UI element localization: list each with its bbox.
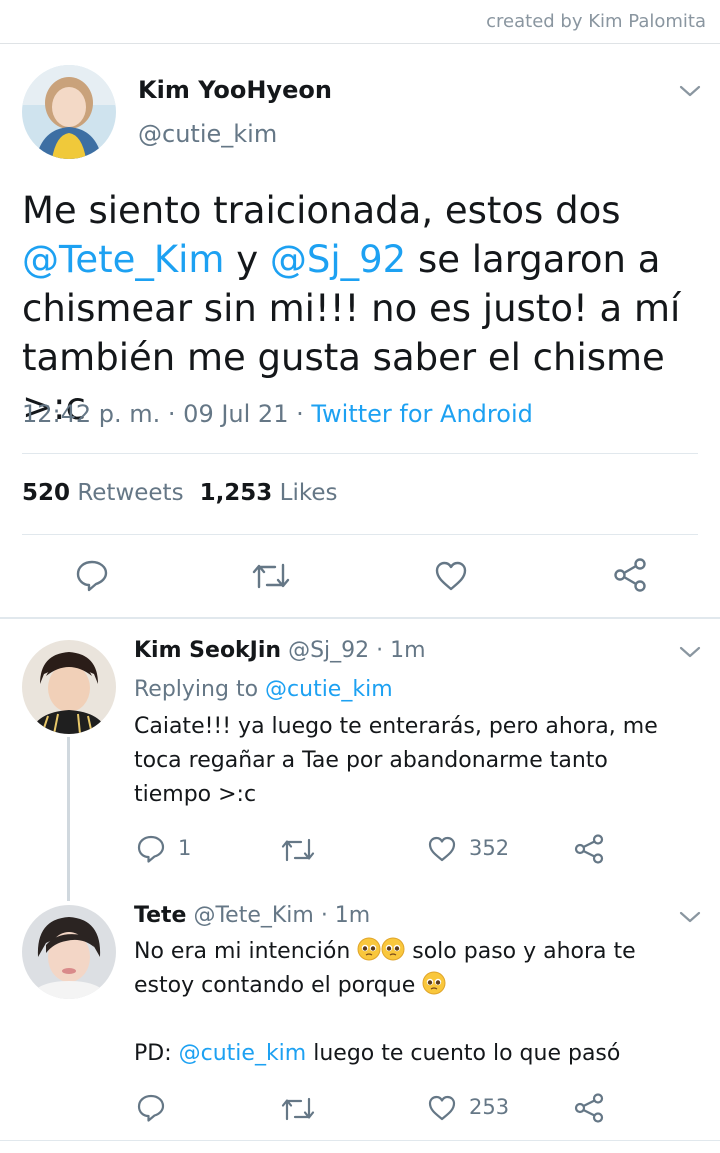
reply-icon[interactable] [136, 1093, 166, 1123]
like-icon[interactable] [434, 560, 468, 592]
reply-text-part: No era mi intención [134, 939, 358, 964]
replying-to-mention[interactable]: @cutie_kim [265, 677, 393, 702]
retweets-count: 520 [22, 480, 71, 506]
reply-text: Caiate!!! ya luego te enterarás, pero ah… [134, 714, 658, 807]
pleading-face-emoji [357, 937, 381, 961]
tweet-timestamp-row: 12:42 p. m. · 09 Jul 21 · Twitter for An… [22, 400, 533, 428]
main-tweet-author-name[interactable]: Kim YooHyeon [138, 76, 332, 104]
tweet-text-part: Me siento traicionada, estos dos [22, 189, 621, 232]
pleading-face-emoji [381, 937, 405, 961]
header-divider [0, 43, 720, 44]
share-icon[interactable] [612, 558, 648, 592]
credit-watermark: created by Kim Palomita [486, 11, 706, 32]
reply-author-name[interactable]: Kim SeokJin [134, 638, 281, 663]
likes-count: 1,253 [199, 480, 273, 506]
replying-to-label: Replying to @cutie_kim [134, 677, 393, 702]
thread-connector-line [67, 737, 70, 901]
likes-stat[interactable]: 1,253 Likes [200, 480, 338, 506]
retweet-icon[interactable] [280, 1096, 316, 1122]
reply-text: No era mi intención solo paso y ahora te… [134, 935, 694, 1071]
bottom-divider [0, 1140, 720, 1141]
reply-text-part: luego te cuento lo que pasó [306, 1041, 621, 1066]
reply-icon[interactable] [136, 834, 166, 864]
chevron-down-icon[interactable] [679, 910, 701, 924]
reply-text-part: solo paso y ahora te [405, 939, 636, 964]
avatar-reply-seokjin[interactable] [22, 640, 116, 734]
retweet-icon[interactable] [280, 837, 316, 863]
mention-link-sj[interactable]: @Sj_92 [270, 238, 406, 281]
like-icon[interactable] [427, 1094, 457, 1122]
reply-header: Kim SeokJin @Sj_92 · 1m [134, 638, 426, 663]
reply-text-part: estoy contando el porque [134, 973, 423, 998]
chevron-down-icon[interactable] [679, 645, 701, 659]
mention-link-cutie[interactable]: @cutie_kim [179, 1041, 307, 1066]
reply-author-handle[interactable]: @Sj_92 · 1m [288, 638, 425, 663]
reply-icon[interactable] [75, 558, 109, 592]
avatar-reply-tete[interactable] [22, 905, 116, 999]
reply-text-line: estoy contando el porque [134, 969, 694, 1003]
main-tweet-author-handle[interactable]: @cutie_kim [138, 120, 277, 148]
reply-author-name[interactable]: Tete [134, 903, 186, 928]
like-count: 352 [469, 836, 510, 860]
share-icon[interactable] [573, 1093, 605, 1123]
mention-link-tete[interactable]: @Tete_Kim [22, 238, 224, 281]
reply-text-line: PD: @cutie_kim luego te cuento lo que pa… [134, 1037, 694, 1071]
section-divider [0, 617, 720, 619]
like-icon[interactable] [427, 835, 457, 863]
pleading-face-emoji [422, 971, 446, 995]
tweet-text-part: y [224, 238, 270, 281]
retweet-icon[interactable] [251, 561, 291, 591]
like-count: 253 [469, 1095, 510, 1119]
stats-divider-bottom [22, 534, 698, 535]
main-tweet-text: Me siento traicionada, estos dos @Tete_K… [22, 186, 702, 431]
stats-divider-top [22, 453, 698, 454]
chevron-down-icon[interactable] [679, 84, 701, 98]
reply-text-line: No era mi intención solo paso y ahora te [134, 935, 694, 969]
reply-header: Tete @Tete_Kim · 1m [134, 903, 370, 928]
replying-to-text: Replying to [134, 677, 266, 702]
share-icon[interactable] [573, 834, 605, 864]
retweets-label: Retweets [77, 480, 184, 506]
reply-text-part: PD: [134, 1041, 179, 1066]
reply-author-handle[interactable]: @Tete_Kim · 1m [193, 903, 370, 928]
tweet-stats: 520 Retweets 1,253 Likes [22, 480, 337, 506]
tweet-client-link[interactable]: Twitter for Android [311, 400, 532, 428]
likes-label: Likes [279, 480, 338, 506]
retweets-stat[interactable]: 520 Retweets [22, 480, 184, 506]
reply-count: 1 [178, 836, 192, 860]
avatar-main-user[interactable] [22, 65, 116, 159]
tweet-timestamp: 12:42 p. m. · 09 Jul 21 · [22, 400, 312, 428]
